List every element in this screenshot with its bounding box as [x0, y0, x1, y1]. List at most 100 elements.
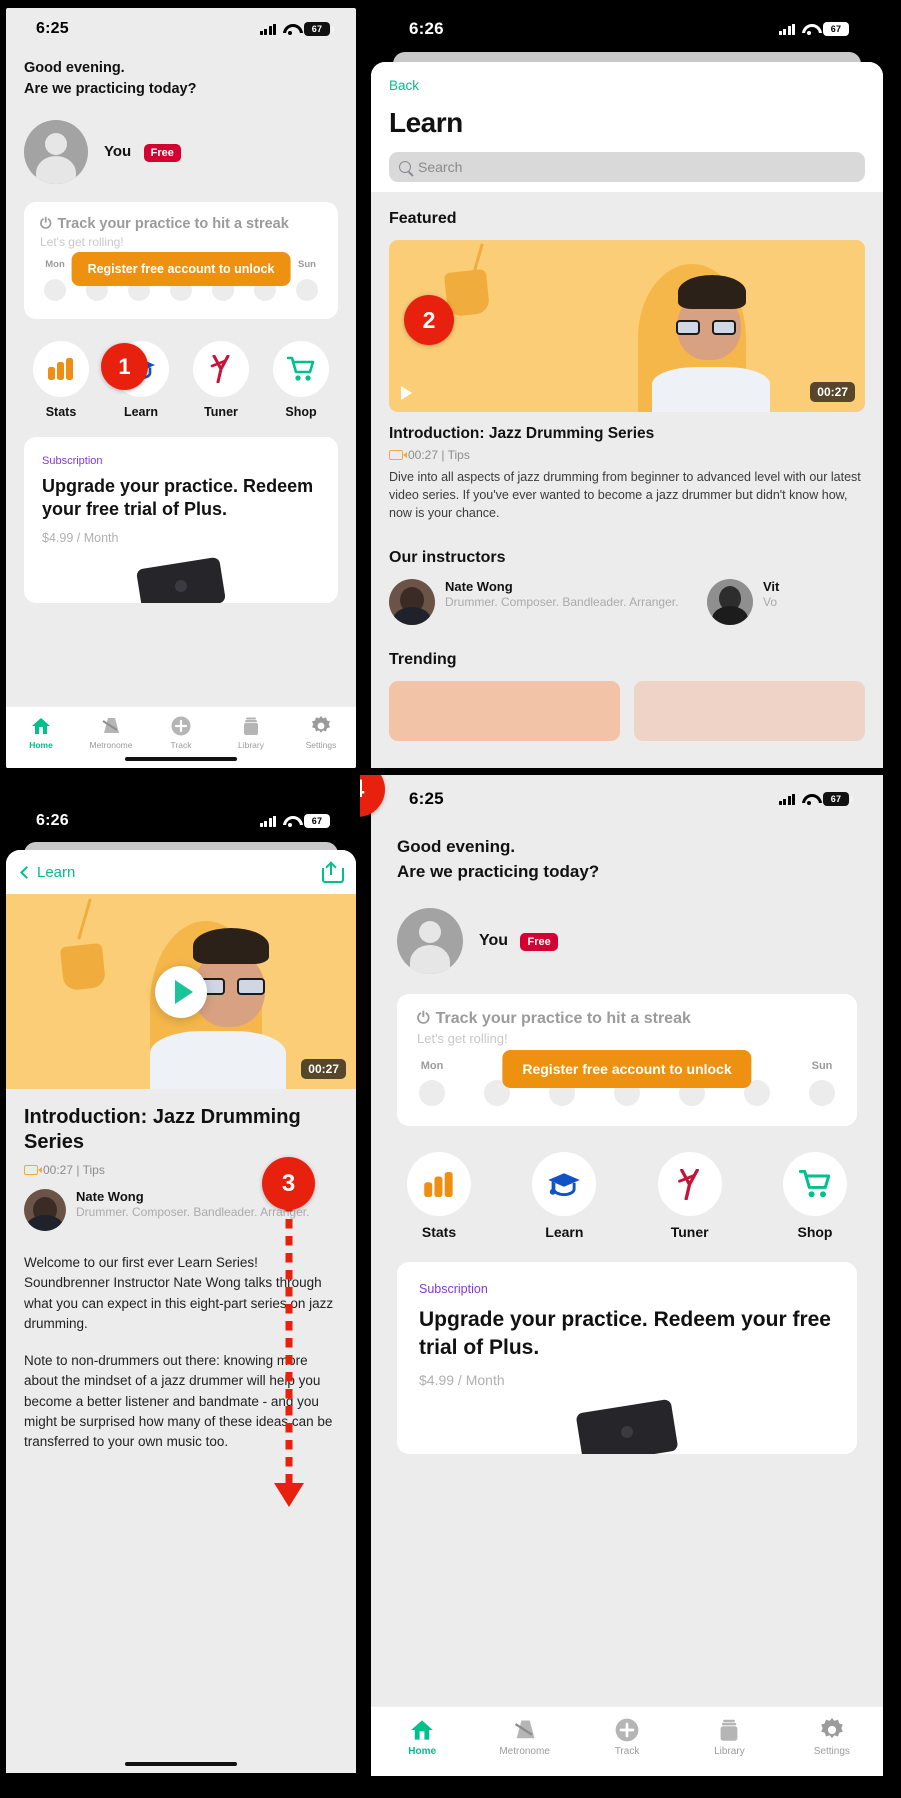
play-button[interactable]: [155, 965, 207, 1018]
day-0: Mon: [417, 1060, 447, 1107]
learn-sheet: Back Learn Search Featured 00:27 Introdu…: [371, 62, 883, 768]
quick-actions: Stats Learn Tuner Shop: [24, 341, 338, 419]
annotation-badge-1: 1: [101, 343, 148, 390]
play-icon[interactable]: [401, 386, 412, 400]
library-icon: [678, 1717, 780, 1743]
back-button[interactable]: Learn: [20, 864, 75, 881]
shopping-cart-icon: [273, 341, 329, 398]
quick-action-tuner[interactable]: Tuner: [650, 1152, 730, 1240]
greeting: Good evening. Are we practicing today?: [397, 835, 857, 884]
user-info: You Free: [479, 932, 558, 952]
featured-title: Introduction: Jazz Drumming Series: [389, 425, 655, 442]
register-unlock-button[interactable]: Register free account to unlock: [502, 1050, 752, 1089]
register-unlock-button[interactable]: Register free account to unlock: [71, 252, 291, 287]
home-content-1: Good evening. Are we practicing today? Y…: [6, 58, 356, 603]
video-title: Introduction: Jazz Drumming Series: [24, 1106, 301, 1153]
instructor-role: Vo: [763, 594, 778, 609]
avatar[interactable]: [397, 908, 463, 975]
quick-action-shop[interactable]: Shop: [775, 1152, 855, 1240]
tab-settings[interactable]: Settings: [781, 1717, 883, 1757]
section-instructors-title: Our instructors: [389, 548, 506, 566]
quick-action-label: Tuner: [204, 405, 238, 420]
duration-badge: 00:27: [301, 1059, 346, 1079]
streak-title: Track your practice to hit a streak: [57, 216, 289, 233]
flame-icon: ⏻: [40, 216, 52, 233]
quick-action-label: Shop: [797, 1224, 833, 1241]
subscription-card[interactable]: Subscription Upgrade your practice. Rede…: [24, 437, 338, 603]
shopping-cart-icon: [782, 1152, 847, 1217]
search-input[interactable]: Search: [389, 152, 865, 182]
wifi-icon: [282, 23, 298, 35]
greeting-line-1: Good evening.: [24, 60, 125, 76]
trending-card[interactable]: [389, 680, 620, 741]
tab-library[interactable]: Library: [216, 715, 286, 750]
streak-title-row: ⏻ Track your practice to hit a streak: [40, 216, 322, 232]
tab-metronome[interactable]: Metronome: [473, 1717, 575, 1757]
duration-badge: 00:27: [810, 382, 855, 402]
quick-action-stats[interactable]: Stats: [26, 341, 96, 419]
search-icon: [399, 161, 411, 173]
quick-action-shop[interactable]: Shop: [266, 341, 336, 419]
video-camera-icon: [24, 1165, 42, 1175]
status-icons: 67: [778, 792, 853, 806]
tab-metronome[interactable]: Metronome: [76, 715, 146, 750]
tab-track[interactable]: Track: [576, 1717, 678, 1757]
quick-action-label: Learn: [123, 405, 159, 420]
tab-library[interactable]: Library: [678, 1717, 780, 1757]
user-row[interactable]: You Free: [397, 908, 857, 975]
detail-video-player[interactable]: 00:27: [6, 894, 356, 1089]
annotation-badge-2: 2: [404, 295, 454, 345]
user-row[interactable]: You Free: [24, 120, 338, 185]
metronome-rod: [77, 898, 92, 940]
trending-list: [389, 680, 865, 741]
day-dot: [419, 1080, 445, 1107]
back-button[interactable]: Back: [389, 78, 865, 93]
featured-meta: 00:27 | Tips: [389, 448, 865, 462]
quick-action-stats[interactable]: Stats: [399, 1152, 479, 1240]
featured-video-thumbnail[interactable]: 00:27: [389, 240, 865, 412]
battery-icon: 67: [304, 22, 334, 36]
subscription-title: Upgrade your practice. Redeem your free …: [419, 1308, 831, 1359]
status-time: 6:26: [36, 812, 69, 829]
wifi-icon: [282, 815, 298, 827]
avatar: [389, 578, 435, 625]
greeting-line-1: Good evening.: [397, 837, 516, 856]
plan-badge: Free: [143, 144, 181, 163]
section-featured-title: Featured: [389, 210, 457, 227]
quick-action-tuner[interactable]: Tuner: [186, 341, 256, 419]
device-image: [419, 1392, 835, 1454]
cellular-signal-icon: [778, 793, 795, 805]
tab-home[interactable]: Home: [6, 715, 76, 750]
greeting-line-2: Are we practicing today?: [397, 861, 600, 881]
quick-action-label: Learn: [545, 1224, 584, 1241]
tab-label: Home: [408, 1746, 437, 1757]
section-trending-title: Trending: [389, 650, 457, 668]
trending-card[interactable]: [634, 680, 865, 741]
tab-settings[interactable]: Settings: [286, 715, 356, 750]
metronome-illustration: [59, 942, 107, 991]
user-name: You: [104, 143, 132, 161]
featured-description: Dive into all aspects of jazz drumming f…: [389, 470, 861, 520]
gear-icon: [286, 715, 356, 737]
tab-home[interactable]: Home: [371, 1717, 473, 1757]
wifi-icon: [801, 23, 817, 35]
instructor-item[interactable]: Vit Vo: [707, 578, 779, 625]
day-dot: [296, 279, 318, 302]
day-dot: [809, 1080, 835, 1107]
avatar[interactable]: [24, 120, 88, 185]
tab-label: Library: [238, 740, 264, 750]
detail-nav-bar: Learn: [6, 850, 356, 894]
day-dot: [44, 279, 66, 302]
instructor-item[interactable]: Nate Wong Drummer. Composer. Bandleader.…: [389, 578, 689, 625]
share-icon[interactable]: [322, 860, 344, 883]
gear-icon: [781, 1717, 883, 1743]
bar-chart-icon: [407, 1152, 471, 1217]
subscription-card[interactable]: Subscription Upgrade your practice. Rede…: [397, 1262, 857, 1454]
quick-action-learn[interactable]: Learn: [524, 1152, 604, 1240]
status-icons: 67: [778, 22, 853, 36]
tab-track[interactable]: Track: [146, 715, 216, 750]
quick-action-label: Shop: [285, 405, 317, 420]
phone-frame-1: 6:25 67 Good evening. Are we practicing …: [6, 8, 356, 768]
status-bar: 6:25 67: [6, 8, 356, 50]
annotation-badge-3: 3: [262, 1157, 315, 1210]
